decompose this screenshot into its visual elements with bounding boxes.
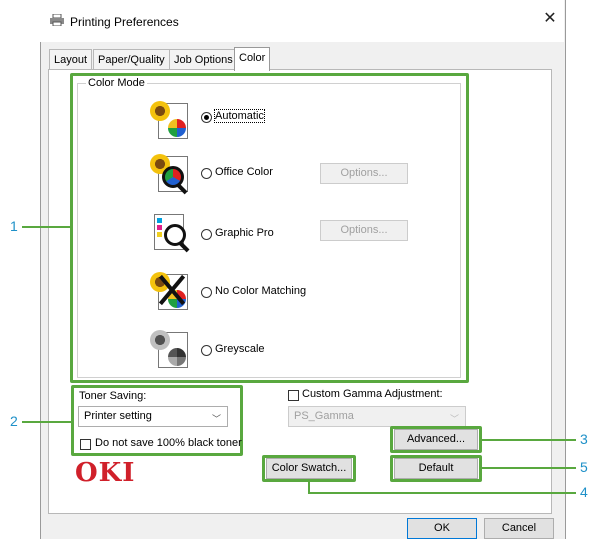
- black-toner-checkbox-label[interactable]: Do not save 100% black toner: [95, 437, 242, 449]
- radio-automatic[interactable]: [201, 112, 212, 123]
- automatic-label[interactable]: Automatic: [214, 109, 265, 123]
- advanced-button[interactable]: Advanced...: [394, 429, 478, 450]
- no-color-matching-label[interactable]: No Color Matching: [215, 285, 306, 297]
- radio-no-color-matching[interactable]: [201, 287, 212, 298]
- callout-2-number: 2: [10, 413, 18, 429]
- callout-3-number: 3: [580, 431, 588, 447]
- toner-saving-label: Toner Saving:: [79, 390, 147, 402]
- tab-color[interactable]: Color: [234, 47, 271, 71]
- close-icon[interactable]: ✕: [540, 9, 560, 29]
- black-toner-checkbox[interactable]: [80, 439, 91, 450]
- custom-gamma-checkbox[interactable]: [288, 390, 299, 401]
- printer-icon: [50, 13, 64, 27]
- office-color-label[interactable]: Office Color: [215, 166, 273, 178]
- graphic-pro-options-button[interactable]: Options...: [320, 220, 408, 241]
- default-button[interactable]: Default: [394, 458, 478, 479]
- oki-logo: OKI: [75, 458, 136, 488]
- toner-saving-select[interactable]: Printer setting ﹀: [78, 406, 228, 427]
- greyscale-page-icon: [148, 326, 192, 372]
- callout-3-line: [481, 439, 576, 441]
- office-color-options-button[interactable]: Options...: [320, 163, 408, 184]
- tab-job-options[interactable]: Job Options: [169, 49, 238, 69]
- gamma-select[interactable]: PS_Gamma ﹀: [288, 406, 466, 427]
- radio-greyscale[interactable]: [201, 345, 212, 356]
- cancel-button[interactable]: Cancel: [484, 518, 554, 539]
- callout-4-number: 4: [580, 484, 588, 500]
- gamma-value: PS_Gamma: [294, 410, 354, 422]
- callout-4-line: [308, 492, 576, 494]
- custom-gamma-label[interactable]: Custom Gamma Adjustment:: [302, 388, 443, 400]
- callout-5-number: 5: [580, 459, 588, 475]
- color-page-icon: [148, 97, 192, 143]
- no-matching-icon: [148, 268, 192, 314]
- chevron-down-icon: ﹀: [211, 414, 221, 424]
- graphic-pro-label[interactable]: Graphic Pro: [215, 227, 274, 239]
- tab-layout[interactable]: Layout: [49, 49, 93, 69]
- toner-saving-value: Printer setting: [84, 410, 152, 422]
- cmyk-magnifier-icon: [148, 210, 192, 256]
- callout-1-line: [22, 226, 71, 228]
- callout-1-number: 1: [10, 218, 18, 234]
- greyscale-label[interactable]: Greyscale: [215, 343, 265, 355]
- ok-button[interactable]: OK: [407, 518, 477, 539]
- radio-graphic-pro[interactable]: [201, 229, 212, 240]
- radio-office-color[interactable]: [201, 168, 212, 179]
- callout-2-line: [22, 421, 71, 423]
- callout-5-line: [481, 467, 576, 469]
- color-magnifier-icon: [148, 152, 192, 198]
- color-mode-legend: Color Mode: [86, 77, 147, 89]
- tab-paper-quality[interactable]: Paper/Quality: [93, 49, 170, 69]
- color-swatch-button[interactable]: Color Swatch...: [266, 458, 352, 479]
- window-title: Printing Preferences: [70, 15, 179, 29]
